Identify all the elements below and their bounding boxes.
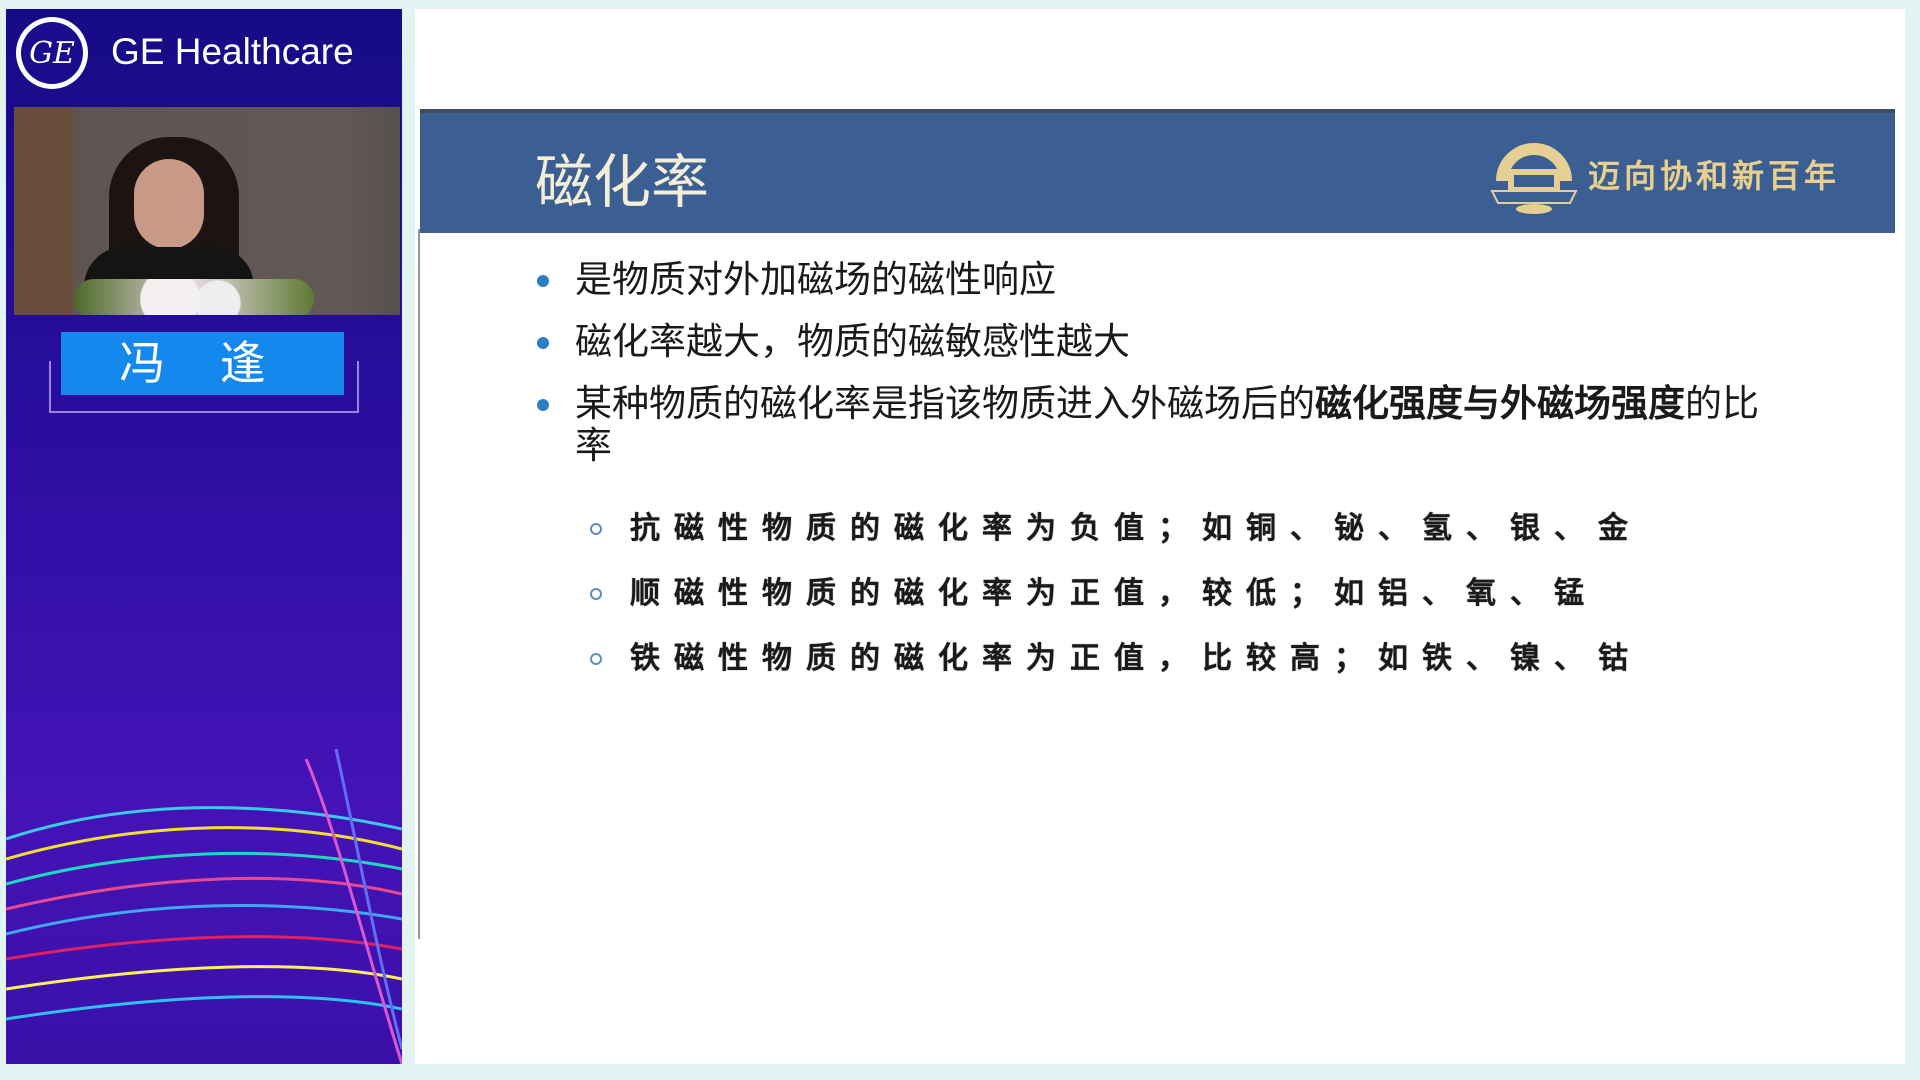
sub-bullet-text: 铁磁性物质的磁化率为正值，比较高；如铁、镍、钴 <box>630 641 1642 676</box>
speaker-video <box>14 107 400 315</box>
sub-bullet-list: 抗磁性物质的磁化率为负值；如铜、铋、氢、银、金 顺磁性物质的磁化率为正值，较低；… <box>535 509 1795 679</box>
decorative-swoosh <box>6 749 402 1064</box>
bullet-dot-icon <box>537 275 549 287</box>
ge-logo: GE <box>16 17 88 89</box>
slide-content: 是物质对外加磁场的磁性响应 磁化率越大，物质的磁敏感性越大 某种物质的磁化率是指… <box>535 259 1795 704</box>
bullet-text: 磁化率越大，物质的磁敏感性越大 <box>575 320 1130 363</box>
sub-bullet-item: 铁磁性物质的磁化率为正值，比较高；如铁、镍、钴 <box>590 639 1795 679</box>
speaker-name: 冯 逢 <box>61 332 344 395</box>
pumch-seal-logo <box>1490 143 1578 214</box>
sub-bullet-text: 顺磁性物质的磁化率为正值，较低；如铝、氧、锰 <box>630 576 1598 611</box>
slide-title: 磁化率 <box>535 148 710 216</box>
divider <box>418 229 420 939</box>
bullet-item: 磁化率越大，物质的磁敏感性越大 <box>535 321 1795 363</box>
sub-bullet-item: 顺磁性物质的磁化率为正值，较低；如铝、氧、锰 <box>590 574 1795 614</box>
slide-header: 磁化率 迈向协和新百年 <box>420 109 1895 233</box>
speaker-panel: GE GE Healthcare 冯 逢 <box>6 9 402 1064</box>
brand-name: GE Healthcare <box>111 31 354 72</box>
bullet-dot-icon <box>537 337 549 349</box>
bullet-text: 是物质对外加磁场的磁性响应 <box>575 258 1056 301</box>
bullet-ring-icon <box>590 523 602 535</box>
bullet-text: 某种物质的磁化率是指该物质进入外磁场后的 <box>575 382 1315 425</box>
presentation-slide: 磁化率 迈向协和新百年 是物质对外加磁场的磁性响应 磁化率越大，物质的磁敏感性越… <box>415 9 1905 1064</box>
sub-bullet-text: 抗磁性物质的磁化率为负值；如铜、铋、氢、银、金 <box>630 511 1642 546</box>
bullet-ring-icon <box>590 588 602 600</box>
bullet-item: 某种物质的磁化率是指该物质进入外磁场后的磁化强度与外磁场强度的比率 <box>535 383 1795 467</box>
bullet-item: 是物质对外加磁场的磁性响应 <box>535 259 1795 301</box>
slide-motto: 迈向协和新百年 <box>1588 157 1841 195</box>
bullet-dot-icon <box>537 399 549 411</box>
bullet-ring-icon <box>590 653 602 665</box>
sub-bullet-item: 抗磁性物质的磁化率为负值；如铜、铋、氢、银、金 <box>590 509 1795 549</box>
bullet-bold-text: 磁化强度与外磁场强度 <box>1315 382 1685 425</box>
